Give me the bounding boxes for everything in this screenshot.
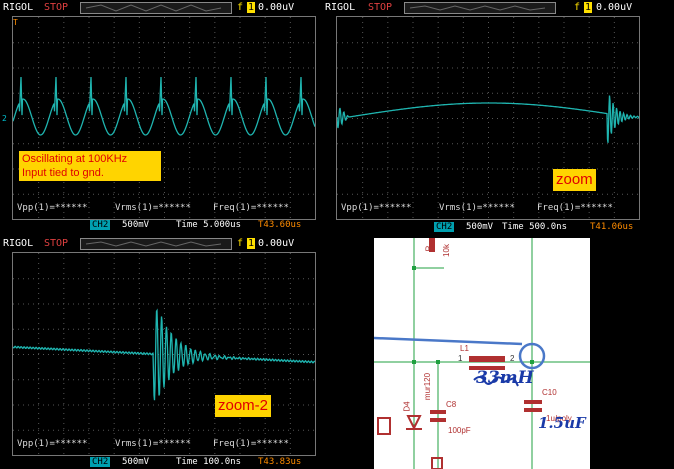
trigger-time-marker: T [13,18,18,27]
trigger-edge-icon: f [237,2,244,13]
graticule: T Oscillating at 100KHz Input tied to gn… [12,16,316,220]
schematic-wires [374,238,590,469]
channel-badge: CH2 [90,457,111,467]
channel-badge: CH2 [90,220,111,230]
pin2-label: 2 [510,354,515,363]
brand-label: RIGOL [3,2,34,13]
scope-trace [13,76,315,136]
note-line: Oscillating at 100KHz [22,153,128,165]
l1-label: L1 [460,344,469,353]
graticule: zoom Vpp(1)=****** Vrms(1)=****** Freq(1… [336,16,640,220]
brand-label: RIGOL [325,2,356,13]
volts-per-div: 500mV [122,457,150,467]
time-per-div: Time 500.0ns [502,222,568,232]
annotation-note: Oscillating at 100KHz Input tied to gnd. [19,151,161,181]
trigger-channel-badge: 1 [584,2,593,13]
graticule: zoom-2 Vpp(1)=****** Vrms(1)=****** Freq… [12,252,316,456]
brand-label: RIGOL [3,238,34,249]
trigger-level: 0.00uV [596,2,633,13]
resistor-label: R [424,245,434,252]
scope-header: RIGOL STOP f 1 0.00uV [0,0,318,16]
channel-ground-marker: 2 [2,114,7,123]
scope-trace [337,95,639,143]
scope-header: RIGOL STOP f 1 0.00uV [0,236,318,252]
c10-label: C10 [542,388,557,397]
freq-measure: Freq(1)=****** [537,203,613,213]
status-label: STOP [44,2,69,13]
scope-screen-2: RIGOL STOP f 1 0.00uV zoom Vpp(1)=******… [322,0,674,236]
annotation-note: zoom-2 [215,395,272,417]
vpp-measure: Vpp(1)=****** [17,203,88,213]
schematic-snippet: L1 1 2 C10 1u/poly C8 100pF D4 mur120 R … [374,238,590,469]
scope-screen-1: RIGOL STOP f 1 0.00uV T Oscillating at 1… [0,0,318,232]
status-label: STOP [368,2,393,13]
scope-footer: CH2 500mV Time 5.000us T43.60us [0,218,318,232]
resistor-value: 10k [441,244,451,257]
trigger-offset: T43.83us [258,457,302,467]
memory-position-bar [80,2,232,14]
scope-screen-3: RIGOL STOP f 1 0.00uV zoom-2 Vpp(1)=****… [0,236,318,469]
trigger-edge-icon: f [574,2,581,13]
scope-footer: CH2 500mV Time 500.0ns T41.06us [322,220,674,234]
time-per-div: Time 100.0ns [176,457,242,467]
trigger-channel-badge: 1 [247,2,256,13]
memory-position-bar [80,238,232,250]
vpp-measure: Vpp(1)=****** [17,439,88,449]
freq-measure: Freq(1)=****** [213,203,289,213]
trigger-level: 0.00uV [258,238,295,249]
status-label: STOP [44,238,69,249]
handwritten-inductance: 33mH [476,368,534,388]
trigger-level: 0.00uV [258,2,295,13]
memory-position-bar [404,2,556,14]
vpp-measure: Vpp(1)=****** [341,203,412,213]
c8-label: C8 [446,400,457,409]
vrms-measure: Vrms(1)=****** [439,203,515,213]
d4-part: mur120 [423,372,433,401]
trigger-offset: T41.06us [590,222,634,232]
annotation-note: zoom [553,169,596,191]
vrms-measure: Vrms(1)=****** [115,203,191,213]
pin1-label: 1 [458,354,463,363]
scope-header: RIGOL STOP f 1 0.00uV [322,0,674,16]
note-line: zoom [556,171,593,188]
scope-footer: CH2 500mV Time 100.0ns T43.83us [0,455,318,469]
volts-per-div: 500mV [466,222,494,232]
trigger-edge-icon: f [237,238,244,249]
volts-per-div: 500mV [122,220,150,230]
trigger-offset: T43.60us [258,220,302,230]
c8-value: 100pF [448,426,471,435]
trigger-channel-badge: 1 [247,238,256,249]
freq-measure: Freq(1)=****** [213,439,289,449]
note-line: zoom-2 [218,397,269,414]
channel-badge: CH2 [434,222,455,232]
time-per-div: Time 5.000us [176,220,242,230]
vrms-measure: Vrms(1)=****** [115,439,191,449]
note-line: Input tied to gnd. [22,167,104,179]
handwritten-capacitance: 1.5uF [538,414,586,432]
d4-label: D4 [402,401,412,412]
